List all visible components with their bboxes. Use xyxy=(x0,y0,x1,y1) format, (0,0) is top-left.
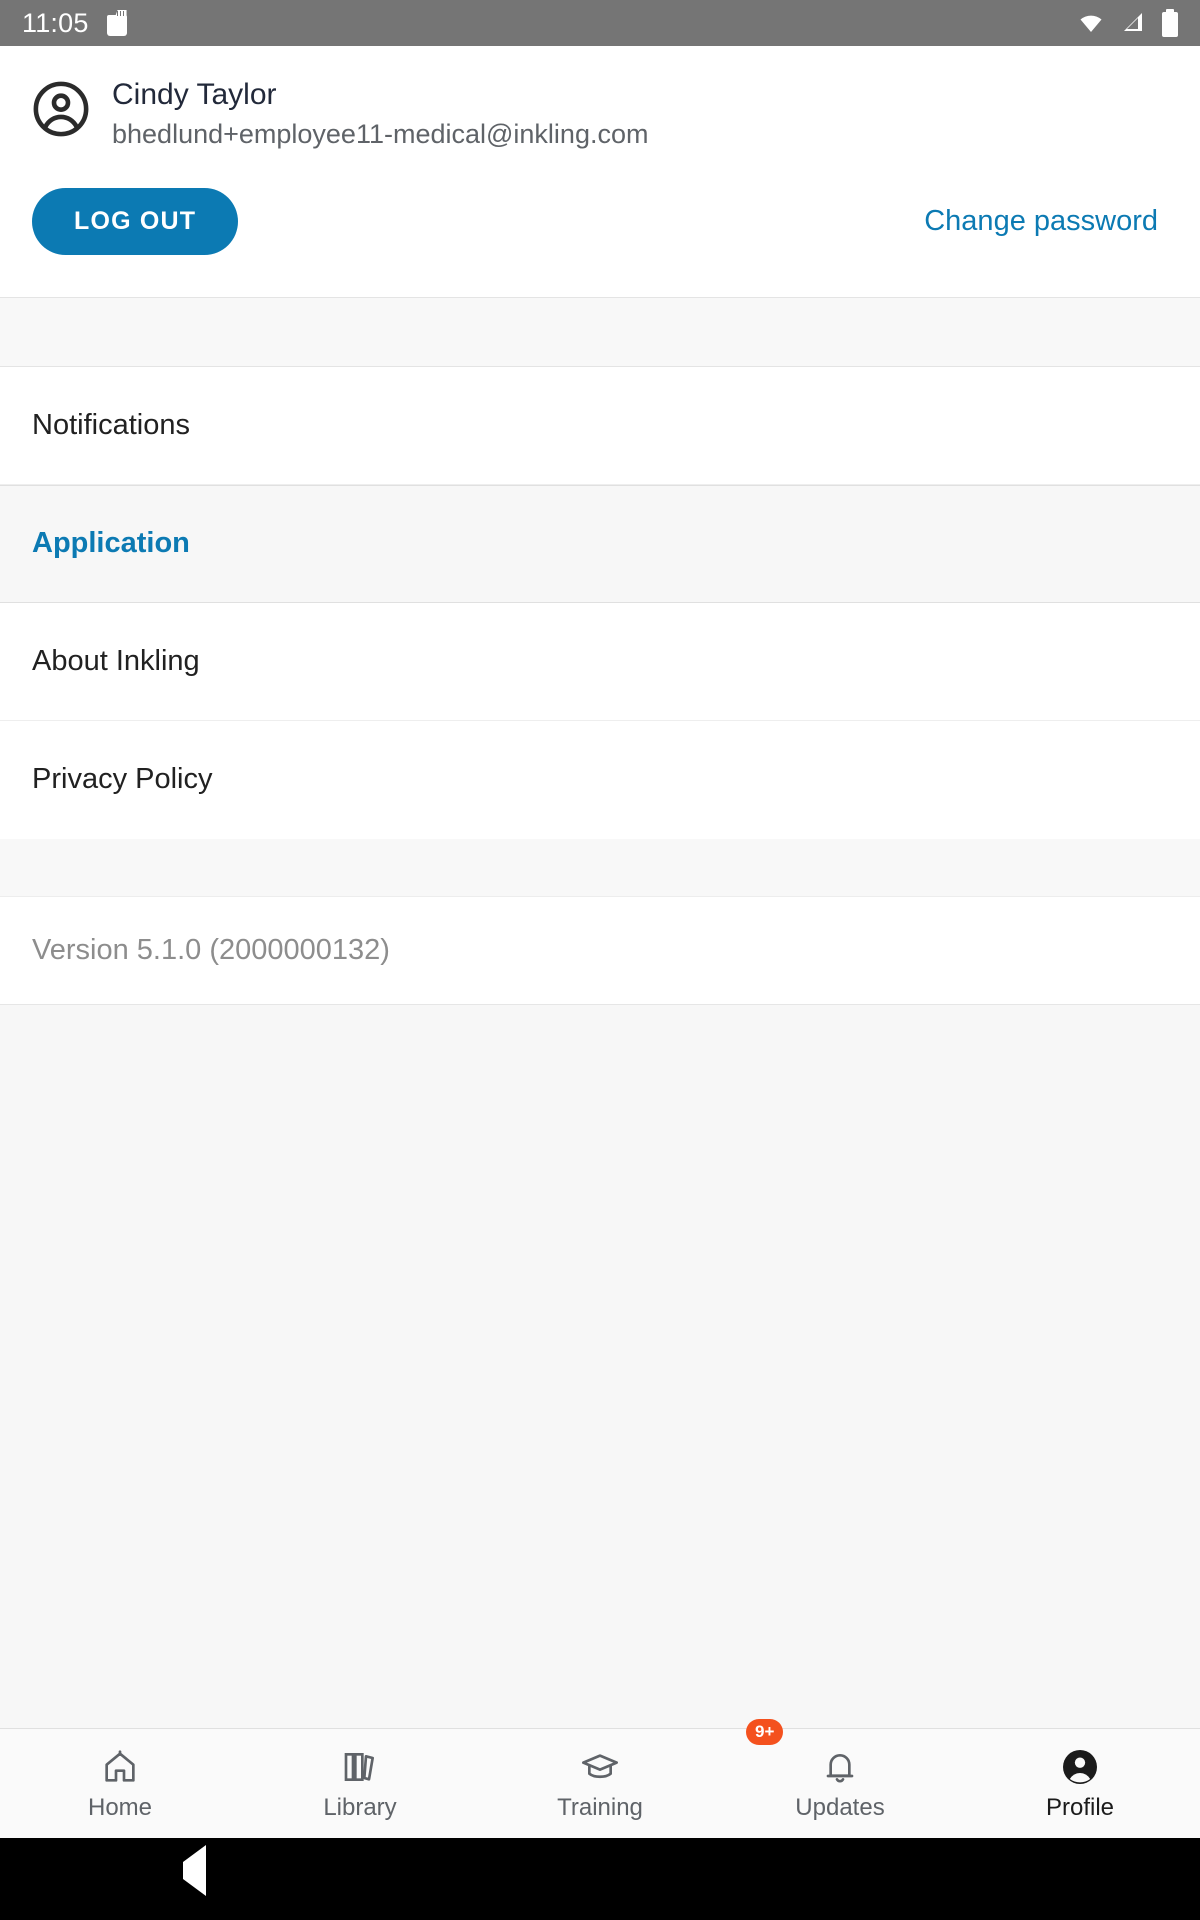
settings-item-application[interactable]: Application xyxy=(0,484,1200,603)
settings-item-notifications[interactable]: Notifications xyxy=(0,366,1200,485)
library-books-icon xyxy=(344,1753,374,1781)
android-recents-button[interactable] xyxy=(983,1862,1017,1896)
wifi-icon xyxy=(1080,15,1102,32)
android-back-button[interactable] xyxy=(183,1845,217,1896)
status-bar-clock: 11:05 xyxy=(22,7,89,38)
updates-badge: 9+ xyxy=(746,1719,784,1745)
nav-item-training[interactable]: Training xyxy=(480,1729,720,1838)
account-text: Cindy Taylor bhedlund+employee11-medical… xyxy=(112,76,648,150)
settings-list: Notifications Application About Inkling … xyxy=(0,366,1200,839)
nav-label-profile: Profile xyxy=(1045,1794,1115,1821)
battery-icon xyxy=(1162,9,1178,37)
graduation-cap-icon xyxy=(582,1754,618,1779)
android-home-button[interactable] xyxy=(583,1862,617,1896)
account-email: bhedlund+employee11-medical@inkling.com xyxy=(112,118,649,149)
version-divider-band xyxy=(0,838,1200,897)
account-identity-row: Cindy Taylor bhedlund+employee11-medical… xyxy=(32,76,1168,150)
account-header: Cindy Taylor bhedlund+employee11-medical… xyxy=(0,46,1200,297)
account-circle-icon xyxy=(33,81,89,137)
nav-label-home: Home xyxy=(87,1794,153,1821)
nav-item-profile[interactable]: Profile xyxy=(960,1729,1200,1838)
nav-label-library: Library xyxy=(323,1794,397,1821)
home-icon xyxy=(105,1750,135,1782)
settings-item-privacy-policy[interactable]: Privacy Policy xyxy=(0,720,1200,839)
content-empty-area xyxy=(0,1004,1200,1728)
nav-label-training: Training xyxy=(557,1794,643,1821)
log-out-button[interactable]: LOG OUT xyxy=(32,187,239,255)
account-name: Cindy Taylor xyxy=(112,78,277,111)
account-actions: LOG OUT Change password xyxy=(32,150,1168,297)
bottom-navigation-bar: Home Library Training 9+ Updates Profile xyxy=(0,1719,1200,1838)
nav-item-home[interactable]: Home xyxy=(0,1729,240,1838)
cellular-signal-icon xyxy=(1124,13,1142,31)
nav-item-library[interactable]: Library xyxy=(240,1729,480,1838)
nav-item-updates[interactable]: 9+ Updates xyxy=(720,1719,960,1838)
app-screen: 11:05 Cindy Taylor bhedlund+employee11-m… xyxy=(0,0,1200,1920)
sd-card-icon xyxy=(106,10,127,36)
bell-icon xyxy=(826,1754,854,1783)
app-version-label: Version 5.1.0 (2000000132) xyxy=(0,896,1200,1005)
nav-label-updates: Updates xyxy=(795,1794,885,1821)
section-divider-band xyxy=(0,296,1200,367)
status-bar: 11:05 xyxy=(0,0,1200,46)
android-navigation-bar xyxy=(0,1838,1200,1920)
account-circle-filled-icon xyxy=(1063,1750,1097,1784)
status-bar-left: 11:05 xyxy=(22,8,127,39)
settings-item-about-inkling[interactable]: About Inkling xyxy=(0,602,1200,721)
change-password-link[interactable]: Change password xyxy=(924,205,1168,238)
status-bar-right xyxy=(1076,9,1178,37)
